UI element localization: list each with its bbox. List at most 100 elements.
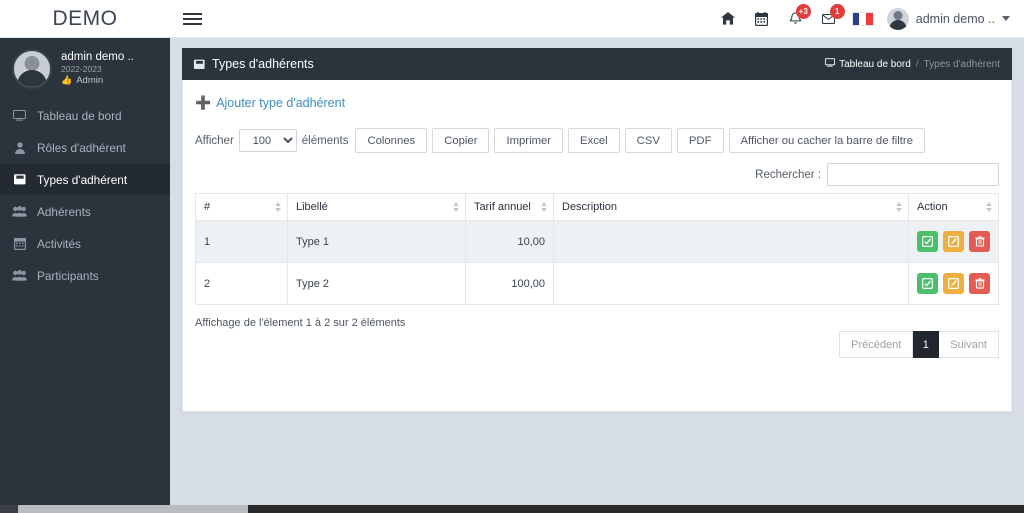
scrollbar-track[interactable] bbox=[248, 505, 1024, 513]
envelope-icon[interactable]: 1 bbox=[813, 0, 847, 38]
sidebar: admin demo .. 2022-2023 👍 Admin Tableau … bbox=[0, 38, 170, 505]
column-header-description[interactable]: Description bbox=[553, 193, 909, 221]
home-icon[interactable] bbox=[711, 0, 745, 38]
datatable-search: Rechercher : bbox=[195, 163, 999, 186]
sidebar-item-adherents[interactable]: Adhérents bbox=[0, 196, 170, 227]
page-length-prefix-label: Afficher bbox=[195, 134, 234, 147]
add-type-link[interactable]: ➕ Ajouter type d'adhérent bbox=[195, 95, 345, 111]
pagination-page-1-button[interactable]: 1 bbox=[913, 331, 940, 358]
pdf-button[interactable]: PDF bbox=[676, 128, 724, 153]
sort-icon[interactable] bbox=[896, 202, 902, 212]
pagination-previous-button[interactable]: Précédent bbox=[839, 331, 914, 358]
datatable-export-buttons: Colonnes Copier Imprimer Excel CSV PDF A… bbox=[350, 128, 925, 153]
app-root: DEMO +3 1 admin demo .. admin demo .. 20… bbox=[0, 0, 1024, 513]
sidebar-item-label: Activités bbox=[37, 236, 81, 251]
table-header-row: # Libellé Tarif annuel Description Actio… bbox=[195, 193, 999, 221]
breadcrumb-item-dashboard[interactable]: Tableau de bord bbox=[825, 58, 911, 70]
sidebar-item-label: Participants bbox=[37, 268, 99, 283]
bell-icon[interactable]: +3 bbox=[779, 0, 813, 38]
sidebar-item-activites[interactable]: Activités bbox=[0, 228, 170, 259]
cell-actions bbox=[908, 262, 999, 305]
sort-icon[interactable] bbox=[453, 202, 459, 212]
calendar-icon bbox=[12, 237, 27, 250]
search-label: Rechercher : bbox=[755, 168, 821, 181]
page-length-select[interactable]: 100 bbox=[238, 129, 297, 152]
toggle-filter-bar-button[interactable]: Afficher ou cacher la barre de filtre bbox=[728, 128, 925, 153]
avatar bbox=[886, 7, 909, 30]
print-button[interactable]: Imprimer bbox=[494, 128, 564, 153]
row-action-group bbox=[917, 273, 990, 294]
sidebar-item-tableau-de-bord[interactable]: Tableau de bord bbox=[0, 100, 170, 131]
sidebar-item-participants[interactable]: Participants bbox=[0, 260, 170, 291]
avatar-body bbox=[17, 69, 47, 87]
hamburger-icon[interactable] bbox=[170, 0, 214, 38]
desktop-icon bbox=[12, 110, 27, 121]
table-row[interactable]: 1 Type 1 10,00 bbox=[195, 220, 999, 263]
column-header-tarif-annuel[interactable]: Tarif annuel bbox=[465, 193, 554, 221]
sidebar-item-label: Adhérents bbox=[37, 204, 91, 219]
column-header-action[interactable]: Action bbox=[908, 193, 999, 221]
csv-button[interactable]: CSV bbox=[624, 128, 672, 153]
pagination-next-button[interactable]: Suivant bbox=[939, 331, 999, 358]
validate-action-button[interactable] bbox=[917, 273, 938, 294]
pagination: Précédent 1 Suivant bbox=[839, 331, 999, 358]
edit-action-button[interactable] bbox=[943, 231, 964, 252]
column-header-label: Tarif annuel bbox=[474, 201, 531, 213]
breadcrumb-item-label: Tableau de bord bbox=[839, 58, 911, 70]
book-icon bbox=[12, 174, 27, 185]
table-row[interactable]: 2 Type 2 100,00 bbox=[195, 262, 999, 305]
delete-action-button[interactable] bbox=[969, 273, 990, 294]
sidebar-item-label: Types d'adhérent bbox=[37, 172, 128, 187]
horizontal-scrollbar[interactable] bbox=[0, 505, 1024, 513]
flag-stripe-red bbox=[866, 12, 873, 25]
flag-fr-icon[interactable] bbox=[851, 11, 874, 26]
sidebar-item-roles-dadherent[interactable]: Rôles d'adhérent bbox=[0, 132, 170, 163]
edit-action-button[interactable] bbox=[943, 273, 964, 294]
users-icon bbox=[12, 270, 27, 281]
sidebar-item-label: Tableau de bord bbox=[37, 108, 122, 123]
content-area: Types d'adhérents Tableau de bord / Type… bbox=[170, 38, 1024, 505]
datatable-footer: Affichage de l'élement 1 à 2 sur 2 éléme… bbox=[195, 317, 999, 358]
book-icon bbox=[193, 59, 206, 70]
columns-button[interactable]: Colonnes bbox=[355, 128, 428, 153]
cell-tarif: 100,00 bbox=[465, 262, 554, 305]
excel-button[interactable]: Excel bbox=[568, 128, 620, 153]
page-title: Types d'adhérents bbox=[193, 57, 314, 71]
thumbs-up-icon: 👍 bbox=[61, 75, 73, 85]
sort-icon[interactable] bbox=[541, 202, 547, 212]
delete-action-button[interactable] bbox=[969, 231, 990, 252]
cell-id: 1 bbox=[195, 220, 288, 263]
calendar-icon[interactable] bbox=[745, 0, 779, 38]
messages-badge: 1 bbox=[829, 3, 845, 19]
column-header-libelle[interactable]: Libellé bbox=[287, 193, 466, 221]
scrollbar-thumb[interactable] bbox=[18, 505, 248, 513]
validate-action-button[interactable] bbox=[917, 231, 938, 252]
user-menu-label: admin demo .. bbox=[915, 11, 995, 26]
cell-id: 2 bbox=[195, 262, 288, 305]
datatable-card: ➕ Ajouter type d'adhérent Afficher 100 é… bbox=[182, 80, 1012, 412]
page-length-control: Afficher 100 éléments bbox=[195, 129, 348, 152]
sort-icon[interactable] bbox=[986, 202, 992, 212]
sidebar-item-types-dadherent[interactable]: Types d'adhérent bbox=[0, 164, 170, 195]
brand-logo[interactable]: DEMO bbox=[0, 0, 170, 38]
column-header-label: Libellé bbox=[296, 201, 328, 213]
column-header-id[interactable]: # bbox=[195, 193, 288, 221]
sidebar-user-period: 2022-2023 bbox=[61, 64, 102, 74]
datatable-info: Affichage de l'élement 1 à 2 sur 2 éléme… bbox=[195, 317, 406, 329]
cell-actions bbox=[908, 220, 999, 263]
flag-stripe-white bbox=[859, 12, 867, 25]
user-menu-dropdown[interactable]: admin demo .. bbox=[883, 0, 1016, 38]
sidebar-user-name: admin demo .. bbox=[61, 51, 134, 63]
sort-icon[interactable] bbox=[275, 202, 281, 212]
top-navbar: DEMO +3 1 admin demo .. bbox=[0, 0, 1024, 38]
avatar-head bbox=[893, 10, 903, 20]
search-input[interactable] bbox=[827, 163, 999, 186]
flag-stripe-blue bbox=[852, 12, 860, 25]
sidebar-item-label: Rôles d'adhérent bbox=[37, 140, 126, 155]
chevron-down-icon bbox=[1002, 16, 1010, 21]
copy-button[interactable]: Copier bbox=[432, 128, 490, 153]
cell-description bbox=[553, 262, 909, 305]
sidebar-user-panel[interactable]: admin demo .. 2022-2023 👍 Admin bbox=[0, 38, 170, 100]
hamburger-bar bbox=[182, 22, 202, 25]
breadcrumb: Tableau de bord / Types d'adhérent bbox=[825, 58, 1000, 70]
